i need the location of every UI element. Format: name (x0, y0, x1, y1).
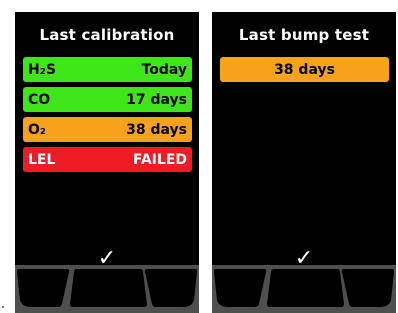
calibration-value: 38 days (126, 121, 187, 138)
bump-test-value: 38 days (274, 61, 335, 78)
calibration-value: Today (141, 61, 187, 78)
calibration-title: Last calibration (39, 26, 175, 44)
softkey-left-button[interactable] (17, 269, 70, 307)
gas-label: H₂S (28, 61, 56, 78)
calibration-screen: Last calibration H₂S Today CO 17 days O₂… (15, 12, 199, 313)
calibration-value: 17 days (126, 91, 187, 108)
softkey-bar (15, 265, 199, 313)
gas-label: O₂ (28, 121, 47, 138)
calibration-row-h2s: H₂S Today (23, 57, 192, 82)
corner-mark (2, 306, 4, 308)
softkey-right-button[interactable] (341, 269, 394, 307)
gas-label: LEL (28, 151, 56, 168)
softkey-center-button[interactable] (70, 269, 147, 307)
calibration-value: FAILED (132, 151, 187, 168)
calibration-row-o2: O₂ 38 days (23, 117, 192, 142)
bump-test-title: Last bump test (238, 26, 370, 44)
bump-test-screen: Last bump test 38 days ✓ (212, 12, 396, 313)
softkey-left-button[interactable] (214, 269, 267, 307)
softkey-bar (212, 265, 396, 313)
calibration-row-co: CO 17 days (23, 87, 192, 112)
softkey-right-button[interactable] (144, 269, 197, 307)
bump-test-row: 38 days (220, 57, 389, 82)
gas-label: CO (28, 91, 51, 108)
softkey-center-button[interactable] (267, 269, 344, 307)
calibration-row-lel: LEL FAILED (23, 147, 192, 172)
